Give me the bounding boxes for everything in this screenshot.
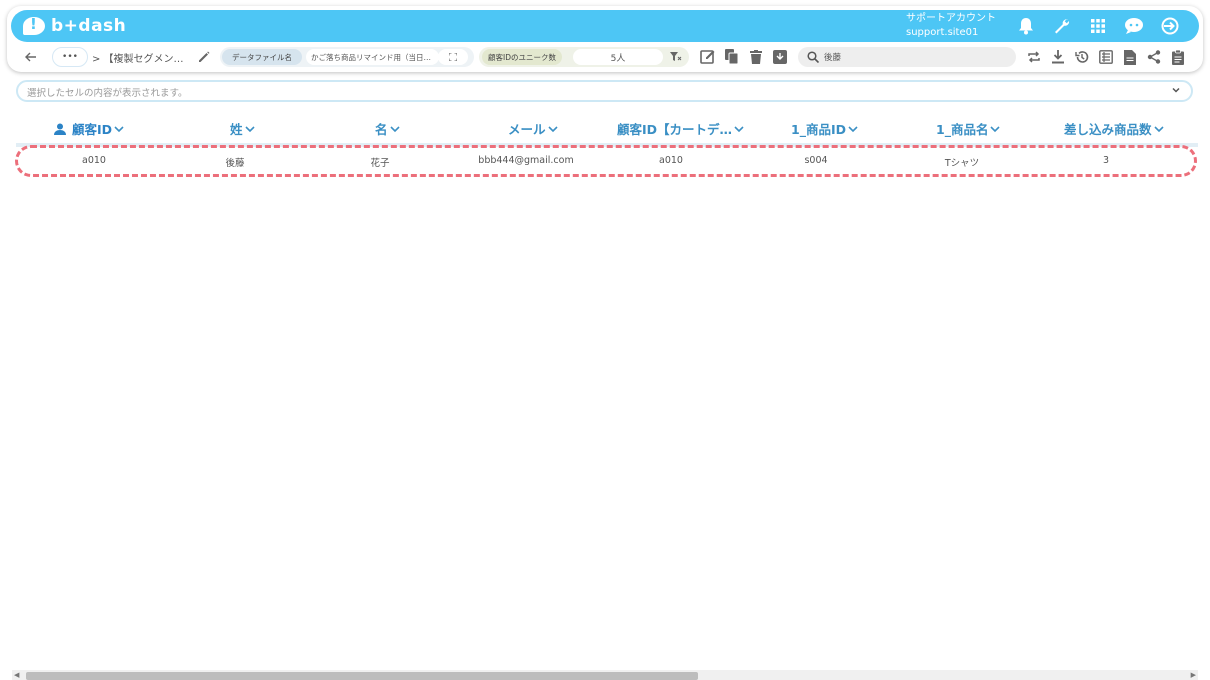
data-file-label: データファイル名 — [222, 49, 302, 65]
clipboard-icon[interactable] — [1168, 45, 1188, 69]
apps-grid-icon[interactable] — [1080, 14, 1116, 38]
table-header: 顧客ID 姓 名 メール 顧客ID【カートデ… 1_商品ID 1_商品名 差し込… — [16, 115, 1198, 147]
chevron-down-icon[interactable] — [114, 125, 124, 133]
table-cell[interactable]: 花子 — [370, 155, 389, 169]
data-file-group: データファイル名 かご落ち商品リマインド用（当日… — [220, 47, 474, 67]
search-input[interactable]: 後藤 — [824, 51, 841, 63]
search-box[interactable]: 後藤 — [798, 47, 1016, 67]
chevron-down-icon[interactable] — [848, 125, 858, 133]
table-cell[interactable]: bbb444@gmail.com — [478, 155, 573, 166]
table-cell[interactable]: 3 — [1103, 155, 1109, 166]
column-header-label: 1_商品ID — [791, 122, 846, 137]
column-header-first-name[interactable]: 名 — [375, 119, 400, 138]
column-header-label: 顧客ID — [72, 122, 113, 137]
column-header-customer-id[interactable]: 顧客ID — [54, 119, 124, 138]
column-header-product-count[interactable]: 差し込み商品数 — [1064, 119, 1164, 138]
table-cell[interactable]: a010 — [659, 155, 683, 166]
horizontal-scrollbar[interactable]: ◀ ▶ — [12, 670, 1198, 680]
column-header-last-name[interactable]: 姓 — [230, 119, 255, 138]
chevron-down-icon[interactable] — [1171, 85, 1181, 95]
column-header-label: メール — [508, 122, 546, 137]
breadcrumb-text: > 【複製セグメン… — [92, 53, 184, 65]
filter-clear-icon[interactable] — [668, 50, 684, 64]
breadcrumb[interactable]: > 【複製セグメン… — [92, 45, 184, 69]
column-header-email[interactable]: メール — [508, 119, 558, 138]
top-bar: b+dash サポートアカウント support.site01 — [11, 10, 1199, 42]
chevron-down-icon[interactable] — [244, 125, 255, 133]
edit-name-pencil-icon[interactable] — [195, 45, 213, 69]
column-header-product-id[interactable]: 1_商品ID — [791, 119, 858, 138]
table-row[interactable]: a010 後藤 花子 bbb444@gmail.com a010 s004 Tシ… — [16, 148, 1198, 176]
selected-cell-placeholder: 選択したセルの内容が表示されます。 — [27, 88, 188, 99]
copy-icon[interactable] — [722, 45, 742, 69]
column-header-product-name[interactable]: 1_商品名 — [936, 119, 1001, 138]
scrollbar-thumb[interactable] — [26, 672, 698, 680]
logout-icon[interactable] — [1152, 14, 1188, 38]
column-header-label: 姓 — [230, 122, 243, 137]
column-header-cart-customer-id[interactable]: 顧客ID【カートデ… — [617, 119, 744, 138]
unique-count-value: 5人 — [573, 49, 663, 65]
chevron-down-icon[interactable] — [389, 125, 400, 133]
table-cell[interactable]: s004 — [804, 155, 827, 166]
unique-count-group: 顧客IDのユニーク数 5人 — [479, 47, 689, 67]
account-name: サポートアカウント — [906, 13, 996, 24]
table-cell[interactable]: a010 — [82, 155, 106, 166]
chevron-down-icon[interactable] — [734, 125, 744, 133]
logo-bubble-icon — [23, 15, 45, 35]
logo-text: b+dash — [51, 16, 127, 36]
back-arrow-icon[interactable] — [22, 45, 40, 69]
edit-segment-icon[interactable] — [698, 45, 718, 69]
unique-count-label: 顧客IDのユニーク数 — [482, 49, 562, 65]
expand-icon[interactable] — [438, 49, 468, 65]
scroll-left-icon[interactable]: ◀ — [14, 671, 19, 679]
toolbar: ••• > 【複製セグメン… データファイル名 かご落ち商品リマインド用（当日…… — [18, 45, 1194, 69]
download-icon[interactable] — [1048, 45, 1068, 69]
chevron-down-icon[interactable] — [547, 125, 558, 133]
column-header-label: 1_商品名 — [936, 122, 989, 137]
chevron-down-icon[interactable] — [1153, 125, 1164, 133]
history-icon[interactable] — [1072, 45, 1092, 69]
column-header-label: 名 — [375, 122, 388, 137]
scroll-right-icon[interactable]: ▶ — [1191, 671, 1196, 679]
selected-cell-content-bar[interactable]: 選択したセルの内容が表示されます。 — [16, 80, 1193, 102]
column-header-label: 顧客ID【カートデ… — [617, 122, 733, 137]
table-cell[interactable]: Tシャツ — [945, 155, 979, 169]
more-button[interactable]: ••• — [52, 47, 88, 67]
chat-support-icon[interactable] — [1116, 14, 1152, 38]
column-header-label: 差し込み商品数 — [1064, 122, 1152, 137]
app-logo[interactable]: b+dash — [23, 14, 126, 38]
bell-icon[interactable] — [1008, 14, 1044, 38]
table-view-icon[interactable] — [1096, 45, 1116, 69]
archive-icon[interactable] — [770, 45, 790, 69]
search-icon — [807, 51, 819, 63]
chevron-down-icon[interactable] — [990, 125, 1001, 133]
repeat-icon[interactable] — [1024, 45, 1044, 69]
document-icon[interactable] — [1120, 45, 1140, 69]
data-file-value[interactable]: かご落ち商品リマインド用（当日… — [306, 49, 439, 65]
wrench-icon[interactable] — [1044, 14, 1080, 38]
person-icon — [54, 123, 66, 135]
table-cell[interactable]: 後藤 — [225, 155, 244, 169]
share-icon[interactable] — [1144, 45, 1164, 69]
trash-icon[interactable] — [746, 45, 766, 69]
account-id: support.site01 — [906, 27, 979, 38]
account-info: サポートアカウント support.site01 — [906, 12, 996, 40]
